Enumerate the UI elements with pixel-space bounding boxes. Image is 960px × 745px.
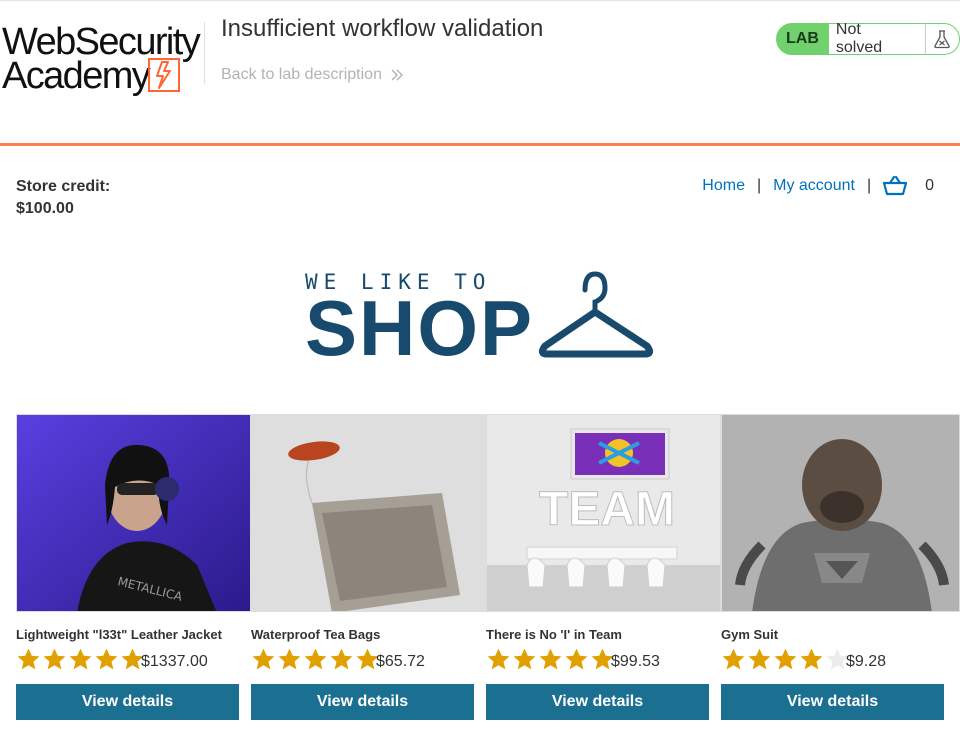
star-icon: [43, 648, 66, 670]
cart-count: 0: [925, 177, 934, 194]
logo-bolt-icon: [148, 58, 180, 92]
product-image-leather-jacket: METALLICA: [16, 414, 251, 612]
star-icon: [487, 648, 510, 670]
svg-text:TEAM: TEAM: [539, 483, 675, 536]
star-icon: [278, 648, 301, 670]
hanger-icon: [538, 271, 654, 358]
product-rating: [16, 647, 145, 672]
view-details-button[interactable]: View details: [251, 684, 474, 720]
product-rating: [251, 647, 380, 672]
logo-text-line2: Academy: [2, 55, 151, 97]
product-image-gym-suit: [721, 414, 960, 612]
nav-home-link[interactable]: Home: [702, 177, 745, 195]
header-divider: [204, 22, 205, 84]
shop-banner: WE LIKE TO SHOP: [305, 270, 655, 372]
product-image-team: TEAM: [486, 414, 721, 612]
lab-status-text: Not solved: [828, 21, 925, 56]
star-icon: [330, 648, 353, 670]
nav-separator: |: [756, 177, 762, 194]
flask-icon-container: [924, 23, 960, 55]
star-icon: [722, 648, 745, 670]
product-name: Lightweight "l33t" Leather Jacket: [16, 627, 222, 642]
header-accent-bar: [0, 143, 960, 146]
view-details-button[interactable]: View details: [486, 684, 709, 720]
star-icon: [748, 648, 771, 670]
nav-separator: |: [866, 177, 872, 194]
cart-link[interactable]: 0: [883, 176, 934, 196]
product-price: $65.72: [376, 653, 425, 670]
product-name: Waterproof Tea Bags: [251, 627, 381, 642]
lab-status-widget: LAB Not solved: [776, 21, 960, 56]
basket-icon: [883, 176, 908, 196]
star-icon: [95, 648, 118, 670]
academy-logo[interactable]: WebSecurity Academy: [2, 22, 202, 97]
product-rating: [721, 647, 850, 672]
back-link-label: Back to lab description: [221, 66, 382, 83]
product-name: Gym Suit: [721, 627, 779, 642]
star-icon: [304, 648, 327, 670]
store-credit-value: $100.00: [16, 200, 74, 217]
product-price: $99.53: [611, 653, 660, 670]
product-image-tea-bags: [251, 414, 486, 612]
view-details-button[interactable]: View details: [16, 684, 239, 720]
double-chevron-right-icon: [391, 69, 403, 81]
star-icon: [69, 648, 92, 670]
lab-title: Insufficient workflow validation: [221, 15, 544, 42]
view-details-button[interactable]: View details: [721, 684, 944, 720]
star-icon: [17, 648, 40, 670]
product-price: $1337.00: [141, 653, 208, 670]
star-icon: [800, 648, 823, 670]
flask-icon: [934, 30, 951, 49]
star-icon: [539, 648, 562, 670]
product-name: There is No 'I' in Team: [486, 627, 622, 642]
star-icon: [565, 648, 588, 670]
banner-title: SHOP: [305, 284, 535, 372]
product-rating: [486, 647, 615, 672]
top-nav: Home | My account | 0: [702, 176, 934, 196]
product-price: $9.28: [846, 653, 887, 670]
star-icon: [774, 648, 797, 670]
star-icon: [513, 648, 536, 670]
back-to-lab-description-link[interactable]: Back to lab description: [221, 66, 404, 84]
store-credit-label: Store credit:: [16, 178, 111, 195]
star-icon: [252, 648, 275, 670]
lab-header: WebSecurity Academy Insufficient workflo…: [0, 0, 960, 146]
lab-badge: LAB: [776, 23, 829, 55]
nav-my-account-link[interactable]: My account: [773, 177, 855, 195]
